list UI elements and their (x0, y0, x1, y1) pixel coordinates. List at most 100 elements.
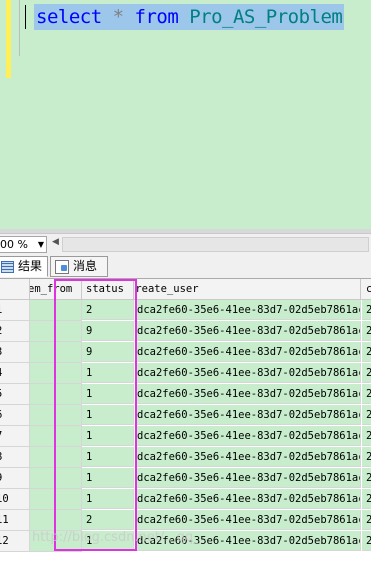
cell-next-column[interactable]: 2 (362, 363, 371, 383)
cell-create-user[interactable]: dca2fe60-35e6-41ee-83d7-02d5eb7861ac (135, 342, 361, 362)
zoom-select[interactable]: 00 % ▼ (0, 236, 47, 253)
cell-status[interactable]: 1 (82, 384, 134, 404)
cell-status[interactable]: 2 (82, 510, 134, 530)
row-number[interactable]: 8 (0, 447, 30, 468)
cell-empty[interactable] (30, 468, 82, 489)
row-number[interactable]: 1 (0, 300, 30, 321)
cell-create-user[interactable]: dca2fe60-35e6-41ee-83d7-02d5eb7861ac (135, 363, 361, 383)
cell-next-column[interactable]: 2 (362, 510, 371, 530)
cell-next-column[interactable]: 2 (362, 384, 371, 404)
cell-status[interactable]: 1 (82, 531, 134, 551)
cell-status[interactable]: 1 (82, 363, 134, 383)
query-editor[interactable]: select * from Pro_AS_Problem (0, 0, 371, 235)
row-number[interactable]: 10 (0, 489, 30, 510)
table-row[interactable]: 1 2dca2fe60-35e6-41ee-83d7-02d5eb7861ac2 (0, 300, 371, 321)
scroll-left-arrow-icon[interactable]: ◀ (52, 237, 59, 247)
row-number-label: 11 (0, 514, 9, 526)
row-number[interactable]: 6 (0, 405, 30, 426)
cell-next-column[interactable]: 2 (362, 405, 371, 425)
row-number-label: 1 (0, 304, 2, 316)
chevron-down-icon[interactable]: ▼ (38, 237, 44, 252)
table-row[interactable]: 10 1dca2fe60-35e6-41ee-83d7-02d5eb7861ac2 (0, 489, 371, 510)
table-row[interactable]: 11 2dca2fe60-35e6-41ee-83d7-02d5eb7861ac2 (0, 510, 371, 531)
column-header-status[interactable]: status (82, 279, 134, 299)
column-header[interactable]: em_from (30, 279, 82, 299)
cell-status[interactable]: 1 (82, 405, 134, 425)
row-number[interactable]: 11 (0, 510, 30, 531)
grid-icon (1, 260, 14, 273)
cell-create-user[interactable]: dca2fe60-35e6-41ee-83d7-02d5eb7861ac (135, 405, 361, 425)
row-number[interactable]: 7 (0, 426, 30, 447)
create-user-value: dca2fe60-35e6-41ee-83d7-02d5eb7861ac (137, 535, 361, 547)
cell-empty[interactable] (30, 489, 82, 510)
row-number-label: 4 (0, 367, 2, 379)
cell-status[interactable]: 1 (82, 447, 134, 467)
row-number[interactable]: 9 (0, 468, 30, 489)
cell-empty[interactable] (30, 447, 82, 468)
row-number-label: 3 (0, 346, 2, 358)
cell-empty[interactable] (30, 426, 82, 447)
cell-empty[interactable] (30, 405, 82, 426)
cell-next-column[interactable]: 2 (362, 321, 371, 341)
cell-create-user[interactable]: dca2fe60-35e6-41ee-83d7-02d5eb7861ac (135, 489, 361, 509)
horizontal-scrollbar[interactable] (62, 237, 369, 252)
cell-create-user[interactable]: dca2fe60-35e6-41ee-83d7-02d5eb7861ac (135, 384, 361, 404)
row-number[interactable]: 3 (0, 342, 30, 363)
zoom-value: 00 % (0, 238, 28, 251)
create-user-value: dca2fe60-35e6-41ee-83d7-02d5eb7861ac (137, 409, 361, 421)
table-row[interactable]: 12 1dca2fe60-35e6-41ee-83d7-02d5eb7861ac2 (0, 531, 371, 552)
results-grid[interactable]: em_from status create_user c 12dca2fe60-… (0, 279, 371, 561)
row-number[interactable]: 12 (0, 531, 30, 552)
cell-empty[interactable] (30, 342, 82, 363)
tab-messages[interactable]: 消息 (50, 256, 108, 277)
cell-create-user[interactable]: dca2fe60-35e6-41ee-83d7-02d5eb7861ac (135, 510, 361, 530)
cell-next-column[interactable]: 2 (362, 468, 371, 488)
column-header-create-user[interactable]: create_user (135, 279, 361, 299)
row-number[interactable]: 4 (0, 363, 30, 384)
cell-next-column[interactable]: 2 (362, 300, 371, 320)
cell-create-user[interactable]: dca2fe60-35e6-41ee-83d7-02d5eb7861ac (135, 321, 361, 341)
cell-create-user[interactable]: dca2fe60-35e6-41ee-83d7-02d5eb7861ac (135, 300, 361, 320)
sql-statement[interactable]: select * from Pro_AS_Problem (34, 4, 345, 30)
create-user-value: dca2fe60-35e6-41ee-83d7-02d5eb7861ac (137, 493, 361, 505)
row-number-header[interactable] (0, 279, 30, 299)
cell-empty[interactable] (30, 363, 82, 384)
table-row[interactable]: 29dca2fe60-35e6-41ee-83d7-02d5eb7861ac2 (0, 321, 371, 342)
cell-status[interactable]: 1 (82, 468, 134, 488)
cell-empty[interactable] (30, 531, 82, 552)
cell-create-user[interactable]: dca2fe60-35e6-41ee-83d7-02d5eb7861ac (135, 531, 361, 551)
table-row[interactable]: 8 1dca2fe60-35e6-41ee-83d7-02d5eb7861ac2 (0, 447, 371, 468)
text-caret (25, 5, 26, 29)
tab-results[interactable]: 结果 (0, 256, 48, 277)
table-row[interactable]: 9 1dca2fe60-35e6-41ee-83d7-02d5eb7861ac2 (0, 468, 371, 489)
table-row[interactable]: 5 1dca2fe60-35e6-41ee-83d7-02d5eb7861ac2 (0, 384, 371, 405)
create-user-value: dca2fe60-35e6-41ee-83d7-02d5eb7861ac (137, 325, 361, 337)
table-row[interactable]: 6 1dca2fe60-35e6-41ee-83d7-02d5eb7861ac2 (0, 405, 371, 426)
cell-status[interactable]: 2 (82, 300, 134, 320)
cell-status[interactable]: 9 (82, 342, 134, 362)
row-number-label: 5 (0, 388, 2, 400)
cell-create-user[interactable]: dca2fe60-35e6-41ee-83d7-02d5eb7861ac (135, 468, 361, 488)
cell-empty[interactable] (30, 510, 82, 531)
cell-status[interactable]: 1 (82, 426, 134, 446)
sql-star: * (112, 6, 124, 28)
row-number[interactable]: 2 (0, 321, 30, 342)
column-header[interactable]: c (362, 279, 371, 299)
cell-status[interactable]: 9 (82, 321, 134, 341)
cell-create-user[interactable]: dca2fe60-35e6-41ee-83d7-02d5eb7861ac (135, 447, 361, 467)
cell-status[interactable]: 1 (82, 489, 134, 509)
row-number[interactable]: 5 (0, 384, 30, 405)
table-row[interactable]: 7 1dca2fe60-35e6-41ee-83d7-02d5eb7861ac2 (0, 426, 371, 447)
cell-empty[interactable] (30, 300, 82, 321)
table-row[interactable]: 3 9dca2fe60-35e6-41ee-83d7-02d5eb7861ac2 (0, 342, 371, 363)
table-row[interactable]: 4 1dca2fe60-35e6-41ee-83d7-02d5eb7861ac2 (0, 363, 371, 384)
cell-create-user[interactable]: dca2fe60-35e6-41ee-83d7-02d5eb7861ac (135, 426, 361, 446)
cell-next-column[interactable]: 2 (362, 342, 371, 362)
cell-empty[interactable] (30, 384, 82, 405)
cell-next-column[interactable]: 2 (362, 489, 371, 509)
cell-next-column[interactable]: 2 (362, 531, 371, 551)
cell-next-column[interactable]: 2 (362, 426, 371, 446)
cell-empty[interactable] (30, 321, 82, 342)
cell-next-column[interactable]: 2 (362, 447, 371, 467)
create-user-value: dca2fe60-35e6-41ee-83d7-02d5eb7861ac (137, 430, 361, 442)
